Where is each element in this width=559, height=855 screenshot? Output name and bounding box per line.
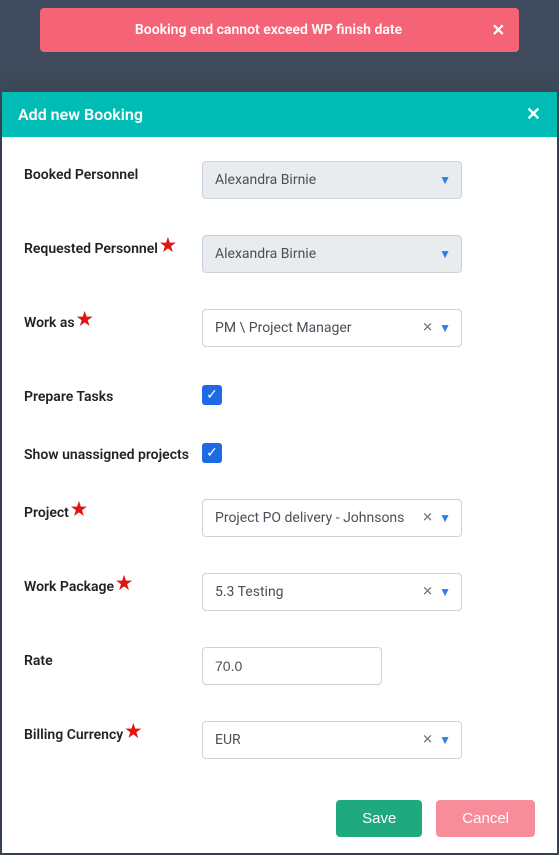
add-booking-modal: Add new Booking ✕ Booked Personnel Alexa… [2,92,557,853]
chevron-down-icon: ▼ [439,585,451,599]
requested-personnel-label: Requested Personnel★ [24,235,202,257]
clear-icon[interactable]: ✕ [422,585,433,600]
required-icon: ★ [160,235,176,256]
required-icon: ★ [77,309,93,330]
clear-icon[interactable]: ✕ [422,733,433,748]
prepare-tasks-checkbox[interactable]: ✓ [202,385,222,405]
save-button[interactable]: Save [336,800,422,837]
required-icon: ★ [125,721,141,742]
show-unassigned-label: Show unassigned projects [24,441,202,463]
clear-icon[interactable]: ✕ [422,511,433,526]
rate-label: Rate [24,647,202,669]
show-unassigned-checkbox[interactable]: ✓ [202,443,222,463]
modal-footer: Save Cancel [2,790,557,853]
project-value: Project PO delivery - Johnsons [215,510,404,526]
work-as-value: PM \ Project Manager [215,320,352,336]
modal-header: Add new Booking ✕ [2,92,557,137]
chevron-down-icon: ▼ [439,511,451,525]
modal-body: Booked Personnel Alexandra Birnie ▼ Requ… [2,137,557,790]
work-package-label: Work Package★ [24,573,202,595]
requested-personnel-select[interactable]: Alexandra Birnie ▼ [202,235,462,273]
chevron-down-icon: ▼ [439,173,451,187]
work-as-label: Work as★ [24,309,202,331]
chevron-down-icon: ▼ [439,247,451,261]
project-select[interactable]: Project PO delivery - Johnsons ✕ ▼ [202,499,462,537]
alert-message: Booking end cannot exceed WP finish date [135,22,402,38]
chevron-down-icon: ▼ [439,321,451,335]
cancel-button[interactable]: Cancel [436,800,535,837]
required-icon: ★ [116,573,132,594]
error-alert: Booking end cannot exceed WP finish date… [40,8,519,52]
required-icon: ★ [71,499,87,520]
project-label: Project★ [24,499,202,521]
work-package-value: 5.3 Testing [215,584,284,600]
clear-icon[interactable]: ✕ [422,321,433,336]
booked-personnel-select[interactable]: Alexandra Birnie ▼ [202,161,462,199]
booked-personnel-value: Alexandra Birnie [215,172,316,188]
billing-currency-value: EUR [215,732,241,748]
chevron-down-icon: ▼ [439,733,451,747]
work-package-select[interactable]: 5.3 Testing ✕ ▼ [202,573,462,611]
work-as-select[interactable]: PM \ Project Manager ✕ ▼ [202,309,462,347]
prepare-tasks-label: Prepare Tasks [24,383,202,405]
alert-close-icon[interactable]: ✕ [492,21,505,40]
modal-title: Add new Booking [18,105,143,124]
billing-currency-label: Billing Currency★ [24,721,202,743]
billing-currency-select[interactable]: EUR ✕ ▼ [202,721,462,759]
rate-input[interactable] [202,647,382,685]
close-icon[interactable]: ✕ [526,104,541,125]
booked-personnel-label: Booked Personnel [24,161,202,183]
requested-personnel-value: Alexandra Birnie [215,246,316,262]
